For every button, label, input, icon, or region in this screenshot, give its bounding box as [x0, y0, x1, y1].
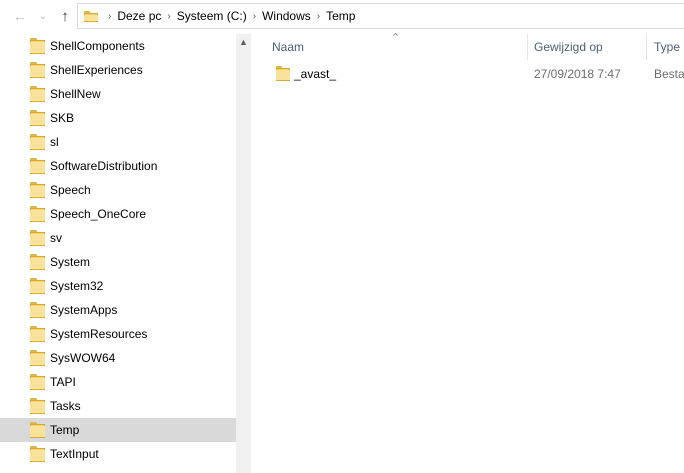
- column-divider[interactable]: [527, 34, 528, 60]
- tree-item-label: Temp: [50, 423, 80, 437]
- tree-item[interactable]: sv: [0, 226, 236, 250]
- tree-item-label: Speech_OneCore: [50, 207, 147, 221]
- arrow-up-icon: ↑: [61, 7, 69, 25]
- tree-item[interactable]: SystemResources: [0, 322, 236, 346]
- tree-item-label: SKB: [50, 111, 75, 125]
- folder-icon: [30, 158, 45, 174]
- arrow-left-icon: ←: [13, 8, 27, 24]
- folder-icon: [30, 254, 45, 270]
- tree-item-label: sl: [50, 135, 59, 149]
- breadcrumb-deze-pc[interactable]: Deze pc: [117, 9, 161, 23]
- chevron-down-icon: ⌄: [38, 10, 48, 22]
- folder-icon: [30, 110, 45, 126]
- triangle-up-icon: ▲: [239, 36, 248, 47]
- file-list: ⌃ Naam Gewijzigd op Type _avast_ 27/09/2…: [251, 32, 684, 473]
- column-divider[interactable]: [646, 34, 647, 60]
- column-header-label: Gewijzigd op: [534, 40, 603, 54]
- tree-item-label: SystemApps: [50, 303, 118, 317]
- folder-icon: [276, 66, 290, 81]
- tree-item[interactable]: TextInput: [0, 442, 236, 466]
- folder-icon: [30, 182, 45, 198]
- recent-locations-button[interactable]: ⌄: [35, 7, 51, 25]
- tree-item-selected[interactable]: Temp: [0, 418, 236, 442]
- breadcrumb-windows[interactable]: Windows: [262, 9, 311, 23]
- tree-item-label: TAPI: [50, 375, 76, 389]
- file-modified: 27/09/2018 7:47: [534, 67, 621, 81]
- folder-icon: [30, 302, 45, 318]
- folder-icon: [30, 134, 45, 150]
- file-name: _avast_: [294, 67, 337, 81]
- navigation-tree: ShellComponents ShellExperiences ShellNe…: [0, 34, 236, 473]
- back-button[interactable]: ←: [12, 7, 28, 25]
- tree-item[interactable]: Speech_OneCore: [0, 202, 236, 226]
- folder-icon: [30, 86, 45, 102]
- column-header-name[interactable]: Naam: [272, 32, 527, 62]
- chevron-right-icon[interactable]: ›: [253, 11, 256, 22]
- tree-item-label: SoftwareDistribution: [50, 159, 158, 173]
- up-button[interactable]: ↑: [57, 7, 73, 25]
- tree-item[interactable]: SKB: [0, 106, 236, 130]
- tree-item-label: ShellNew: [50, 87, 101, 101]
- tree-item[interactable]: TAPI: [0, 370, 236, 394]
- file-type: Bestan: [654, 67, 684, 81]
- tree-item-label: Speech: [50, 183, 91, 197]
- tree-item-label: SystemResources: [50, 327, 148, 341]
- folder-icon: [30, 422, 45, 438]
- chevron-right-icon[interactable]: ›: [167, 11, 170, 22]
- tree-item[interactable]: Speech: [0, 178, 236, 202]
- column-header-modified[interactable]: Gewijzigd op: [534, 32, 646, 62]
- folder-icon: [30, 206, 45, 222]
- scrollbar-thumb[interactable]: [238, 51, 249, 471]
- tree-item[interactable]: sl: [0, 130, 236, 154]
- tree-item-label: SysWOW64: [50, 351, 116, 365]
- tree-item[interactable]: System: [0, 250, 236, 274]
- folder-icon: [30, 446, 45, 462]
- breadcrumb-temp[interactable]: Temp: [326, 9, 355, 23]
- folder-icon: [30, 326, 45, 342]
- column-header-type[interactable]: Type: [654, 32, 684, 62]
- tree-item[interactable]: ShellExperiences: [0, 58, 236, 82]
- breadcrumb-systeem-c[interactable]: Systeem (C:): [177, 9, 247, 23]
- address-bar[interactable]: › Deze pc › Systeem (C:) › Windows › Tem…: [77, 3, 684, 29]
- folder-icon: [30, 278, 45, 294]
- tree-item[interactable]: SoftwareDistribution: [0, 154, 236, 178]
- tree-scrollbar[interactable]: ▲: [236, 34, 251, 473]
- folder-icon: [30, 230, 45, 246]
- tree-item[interactable]: SysWOW64: [0, 346, 236, 370]
- tree-item[interactable]: Tasks: [0, 394, 236, 418]
- folder-icon: [30, 350, 45, 366]
- tree-item-label: System32: [50, 279, 104, 293]
- tree-item[interactable]: System32: [0, 274, 236, 298]
- folder-icon: [30, 374, 45, 390]
- tree-item[interactable]: SystemApps: [0, 298, 236, 322]
- folder-icon: [30, 38, 45, 54]
- tree-item[interactable]: ShellComponents: [0, 34, 236, 58]
- file-row[interactable]: _avast_ 27/09/2018 7:47 Bestan: [251, 62, 684, 86]
- tree-item[interactable]: ShellNew: [0, 82, 236, 106]
- tree-item-label: System: [50, 255, 91, 269]
- column-header-label: Naam: [272, 40, 305, 54]
- folder-icon: [30, 398, 45, 414]
- navigation-bar: ← ⌄ ↑ › Deze pc › Systeem (C:) › Windows…: [0, 0, 684, 32]
- scroll-up-button[interactable]: ▲: [236, 34, 251, 49]
- chevron-right-icon[interactable]: ›: [317, 11, 320, 22]
- folder-icon: [84, 10, 98, 22]
- tree-item-label: ShellExperiences: [50, 63, 143, 77]
- tree-item-label: ShellComponents: [50, 39, 145, 53]
- column-header-label: Type: [654, 40, 681, 54]
- tree-item-label: TextInput: [50, 447, 99, 461]
- folder-icon: [30, 62, 45, 78]
- tree-item-label: Tasks: [50, 399, 81, 413]
- chevron-right-icon: ›: [108, 10, 112, 22]
- tree-item-label: sv: [50, 231, 62, 245]
